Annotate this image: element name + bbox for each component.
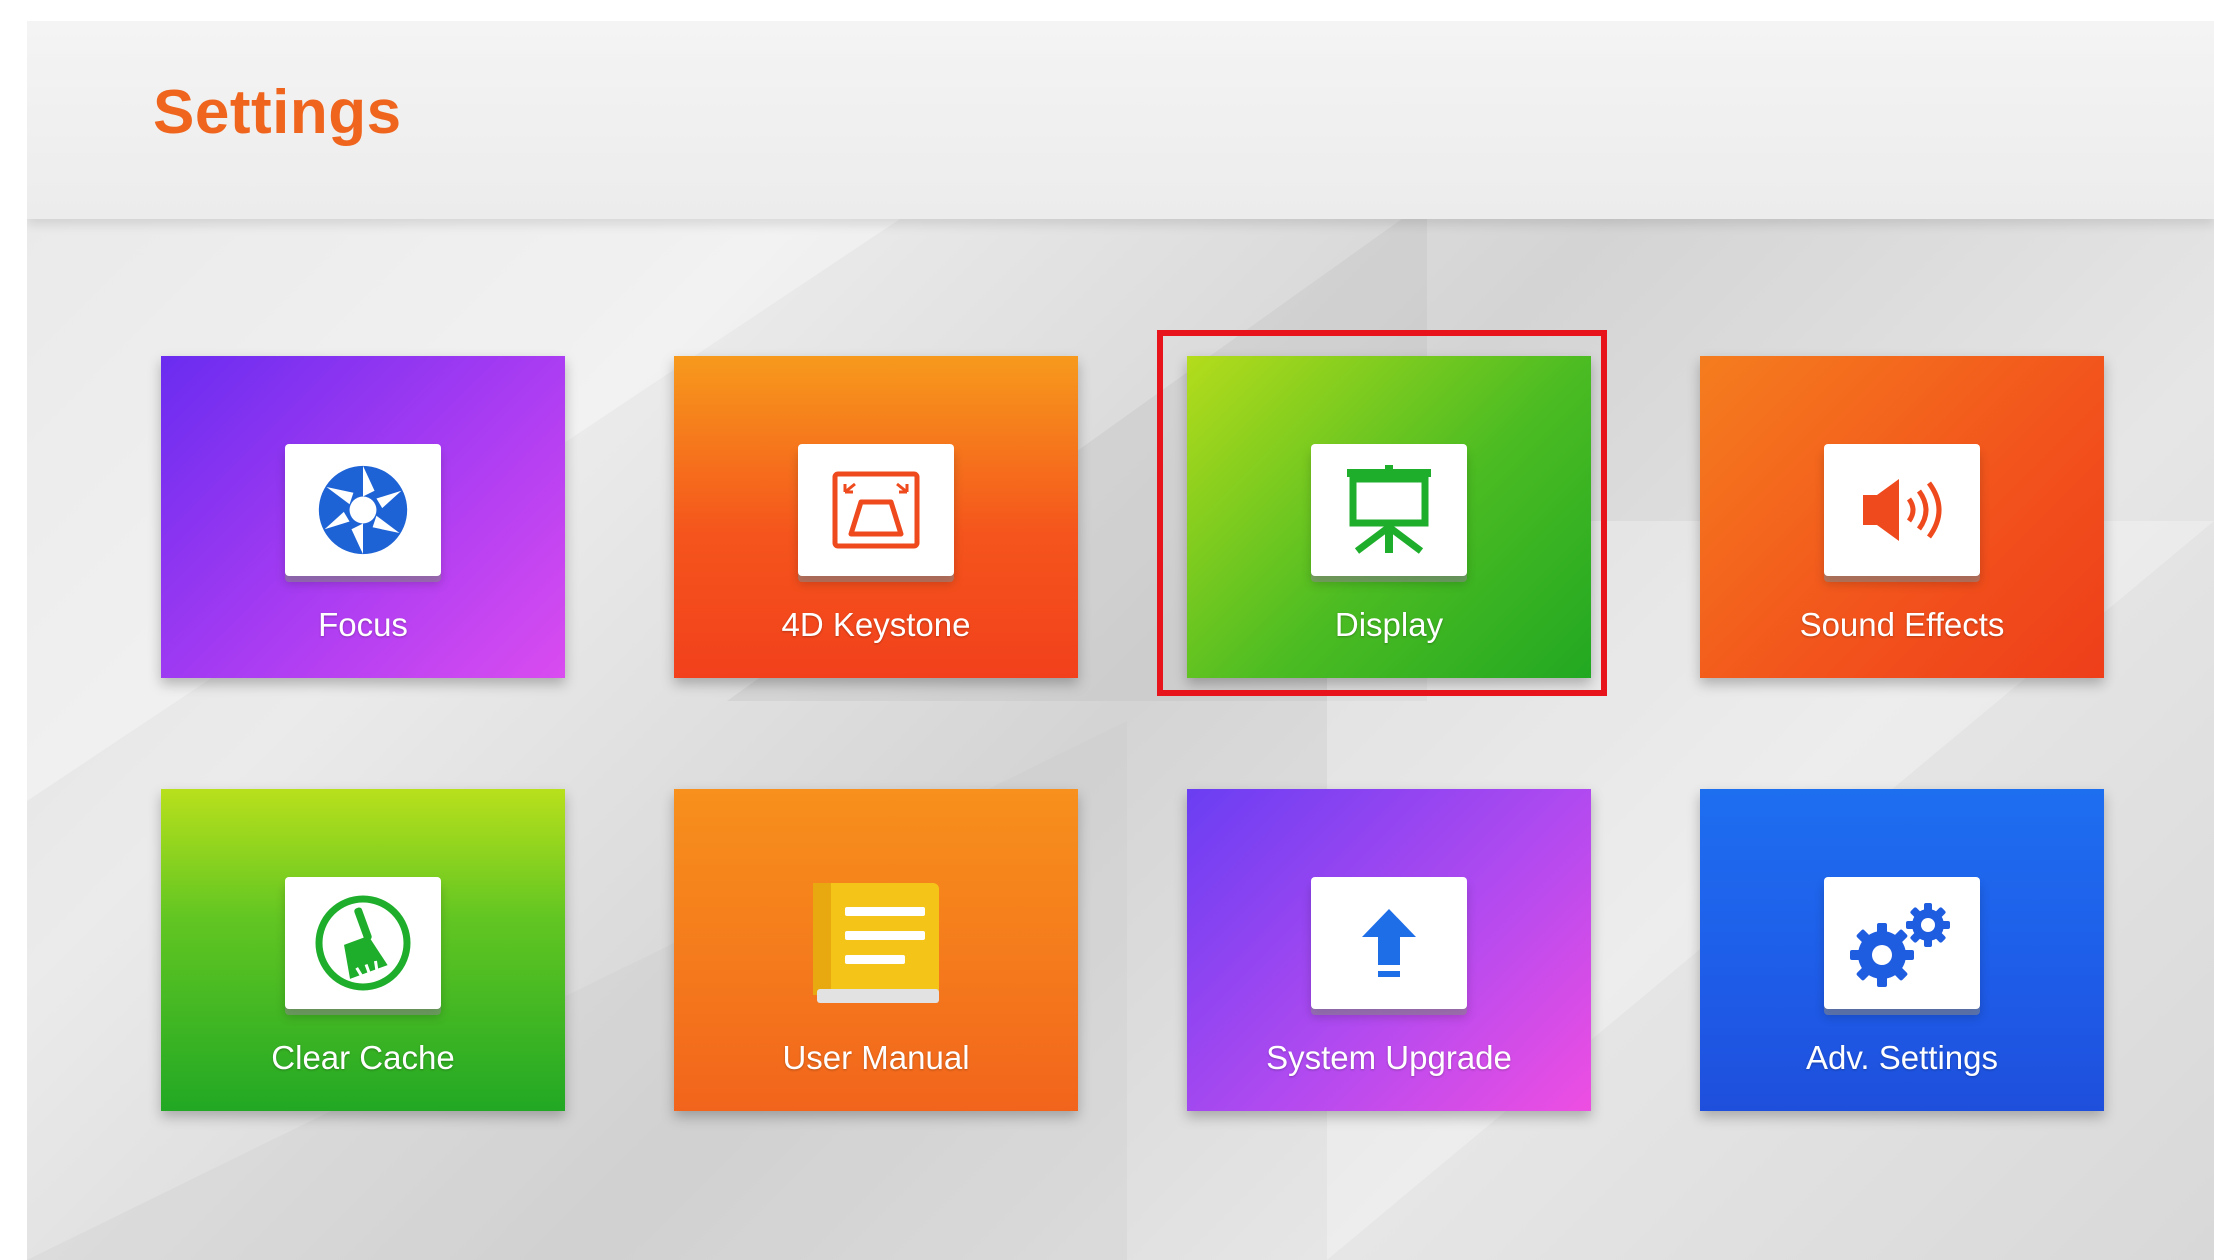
tile-label: Sound Effects: [1799, 606, 2005, 643]
tile-label: Focus: [318, 606, 408, 643]
aperture-icon: [285, 444, 441, 576]
speaker-icon: [1824, 444, 1980, 576]
tile-display[interactable]: Display: [1187, 356, 1591, 678]
tile-label: Clear Cache: [271, 1039, 455, 1076]
projector-screen-icon: [1311, 444, 1467, 576]
tile-sound-effects[interactable]: Sound Effects: [1700, 356, 2104, 678]
tile-system-upgrade[interactable]: System Upgrade: [1187, 789, 1591, 1111]
tile-4d-keystone[interactable]: 4D Keystone: [674, 356, 1078, 678]
tile-label: User Manual: [782, 1039, 970, 1076]
tile-adv-settings[interactable]: Adv. Settings: [1700, 789, 2104, 1111]
gears-icon: [1824, 877, 1980, 1009]
tile-label: Display: [1334, 606, 1444, 643]
book-icon: [798, 877, 954, 1009]
tile-user-manual[interactable]: User Manual: [674, 789, 1078, 1111]
tile-label: Adv. Settings: [1806, 1039, 1998, 1076]
broom-icon: [285, 877, 441, 1009]
keystone-icon: [798, 444, 954, 576]
tile-focus[interactable]: Focus: [161, 356, 565, 678]
tile-label: 4D Keystone: [781, 606, 971, 643]
settings-screen: Settings Focus 4D Keystone Display Sound…: [27, 21, 2214, 1260]
tile-clear-cache[interactable]: Clear Cache: [161, 789, 565, 1111]
tile-label: System Upgrade: [1266, 1039, 1512, 1076]
header-bar: Settings: [27, 21, 2214, 219]
page-title: Settings: [153, 78, 402, 147]
upload-arrow-icon: [1311, 877, 1467, 1009]
